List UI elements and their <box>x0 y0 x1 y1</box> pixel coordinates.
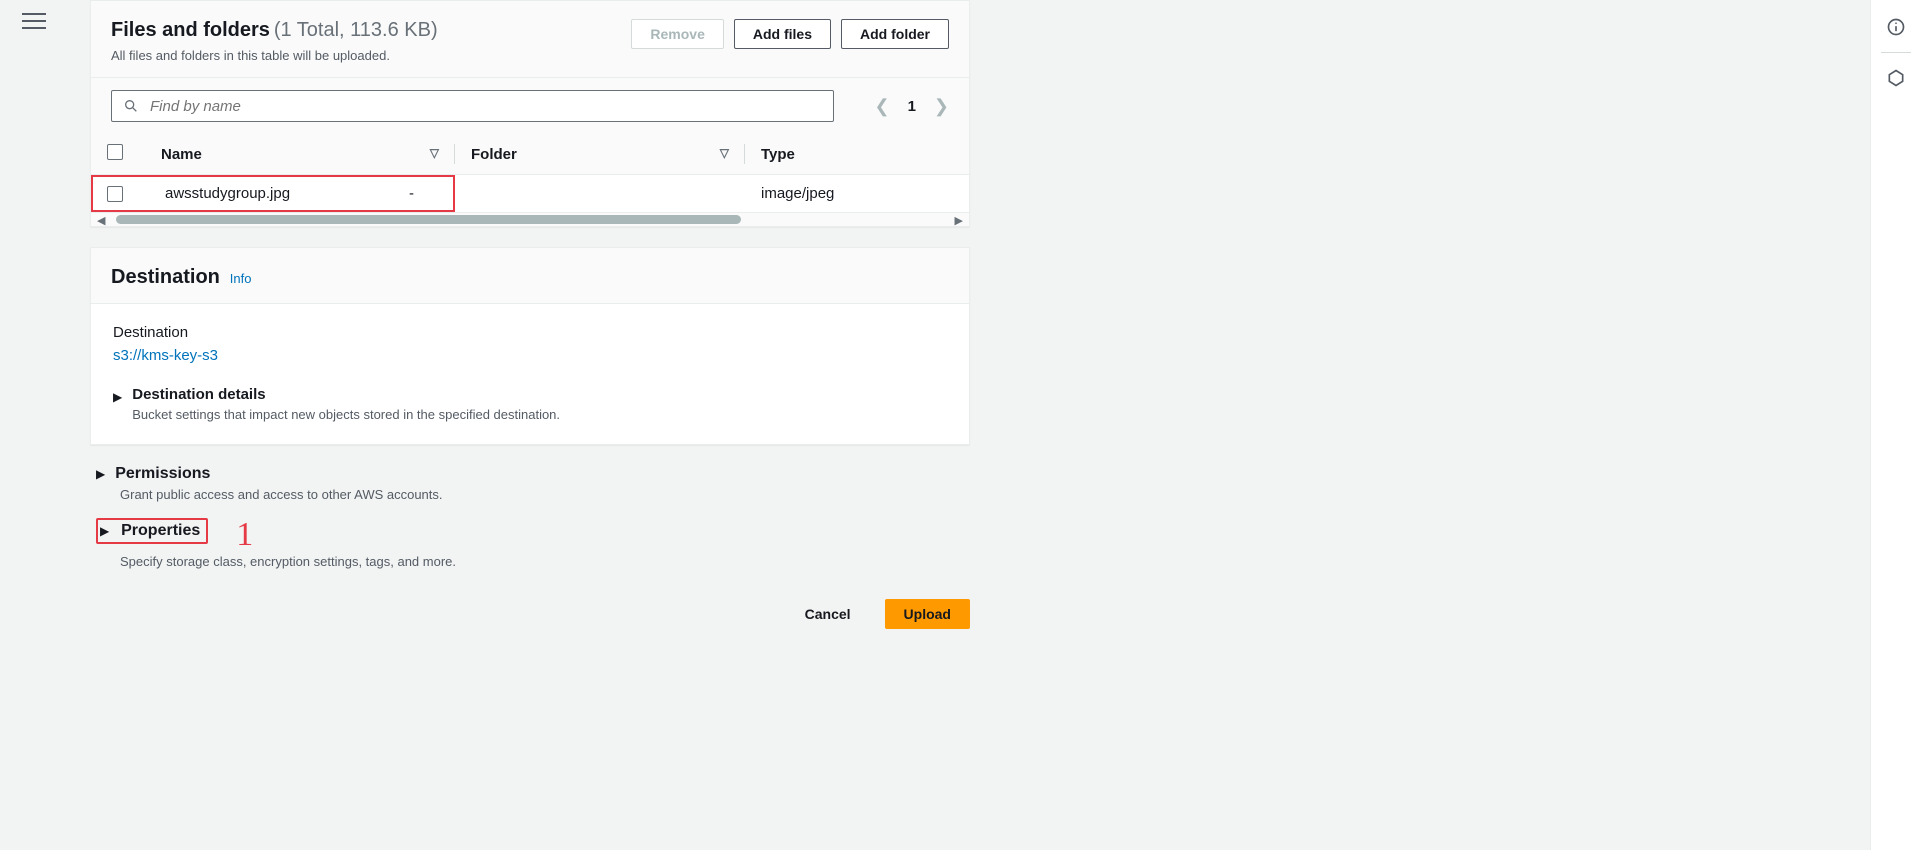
destination-details-expander[interactable]: ▶ Destination details Bucket settings th… <box>113 386 947 422</box>
remove-button[interactable]: Remove <box>631 19 723 49</box>
col-name[interactable]: Name▽ <box>145 134 455 175</box>
search-input[interactable] <box>150 98 823 115</box>
cell-name: awsstudygroup.jpg <box>165 185 409 202</box>
destination-info-link[interactable]: Info <box>230 271 252 286</box>
hex-icon[interactable] <box>1883 65 1909 91</box>
sort-icon: ▽ <box>720 146 729 160</box>
annotation-marker-1: 1 <box>236 516 253 554</box>
pager-next[interactable]: ❯ <box>934 96 949 117</box>
col-type[interactable]: Type <box>745 134 969 175</box>
add-folder-button[interactable]: Add folder <box>841 19 949 49</box>
select-all-checkbox[interactable] <box>107 144 123 160</box>
permissions-desc: Grant public access and access to other … <box>120 487 970 502</box>
files-table: Name▽ Folder▽ Type awsstudygroup.jpg - <box>91 134 969 212</box>
caret-right-icon: ▶ <box>96 467 105 481</box>
upload-button[interactable]: Upload <box>885 599 970 629</box>
caret-right-icon: ▶ <box>113 390 122 404</box>
scroll-thumb[interactable] <box>116 215 741 224</box>
destination-details-title: Destination details <box>132 386 560 403</box>
permissions-title: Permissions <box>115 465 210 483</box>
info-icon[interactable] <box>1883 14 1909 40</box>
files-panel: Files and folders (1 Total, 113.6 KB) Al… <box>90 0 970 227</box>
cell-folder: - <box>409 185 439 202</box>
search-icon <box>122 97 140 115</box>
cell-type: image/jpeg <box>745 175 969 213</box>
destination-details-desc: Bucket settings that impact new objects … <box>132 407 560 422</box>
pager-prev[interactable]: ❮ <box>874 96 889 117</box>
files-desc: All files and folders in this table will… <box>111 48 438 63</box>
scroll-right-icon[interactable]: ▶ <box>955 214 963 227</box>
properties-desc: Specify storage class, encryption settin… <box>120 554 970 569</box>
scroll-left-icon[interactable]: ◀ <box>97 214 105 227</box>
cancel-button[interactable]: Cancel <box>787 599 869 629</box>
pager-page: 1 <box>908 98 916 115</box>
permissions-expander[interactable]: ▶ Permissions Grant public access and ac… <box>96 465 970 502</box>
properties-expander[interactable]: ▶ Properties 1 Specify storage class, en… <box>96 512 970 569</box>
footer-actions: Cancel Upload <box>90 579 970 669</box>
caret-right-icon: ▶ <box>100 524 109 538</box>
pager: ❮ 1 ❯ <box>874 96 949 117</box>
nav-toggle[interactable] <box>22 8 46 32</box>
destination-field-label: Destination <box>113 324 947 341</box>
files-count: (1 Total, 113.6 KB) <box>274 19 438 41</box>
help-rail <box>1870 0 1920 850</box>
files-title: Files and folders <box>111 19 270 41</box>
row-checkbox[interactable] <box>107 186 123 202</box>
destination-panel: Destination Info Destination s3://kms-ke… <box>90 247 970 445</box>
properties-title: Properties <box>121 522 200 539</box>
table-row[interactable]: awsstudygroup.jpg - image/jpeg <box>91 175 969 213</box>
col-select <box>91 134 145 175</box>
search-input-wrapper[interactable] <box>111 90 834 122</box>
col-folder[interactable]: Folder▽ <box>455 134 745 175</box>
add-files-button[interactable]: Add files <box>734 19 831 49</box>
destination-link[interactable]: s3://kms-key-s3 <box>113 347 218 364</box>
sort-icon: ▽ <box>430 146 439 160</box>
destination-title: Destination <box>111 266 220 288</box>
table-hscroll[interactable]: ◀ ▶ <box>91 212 969 226</box>
